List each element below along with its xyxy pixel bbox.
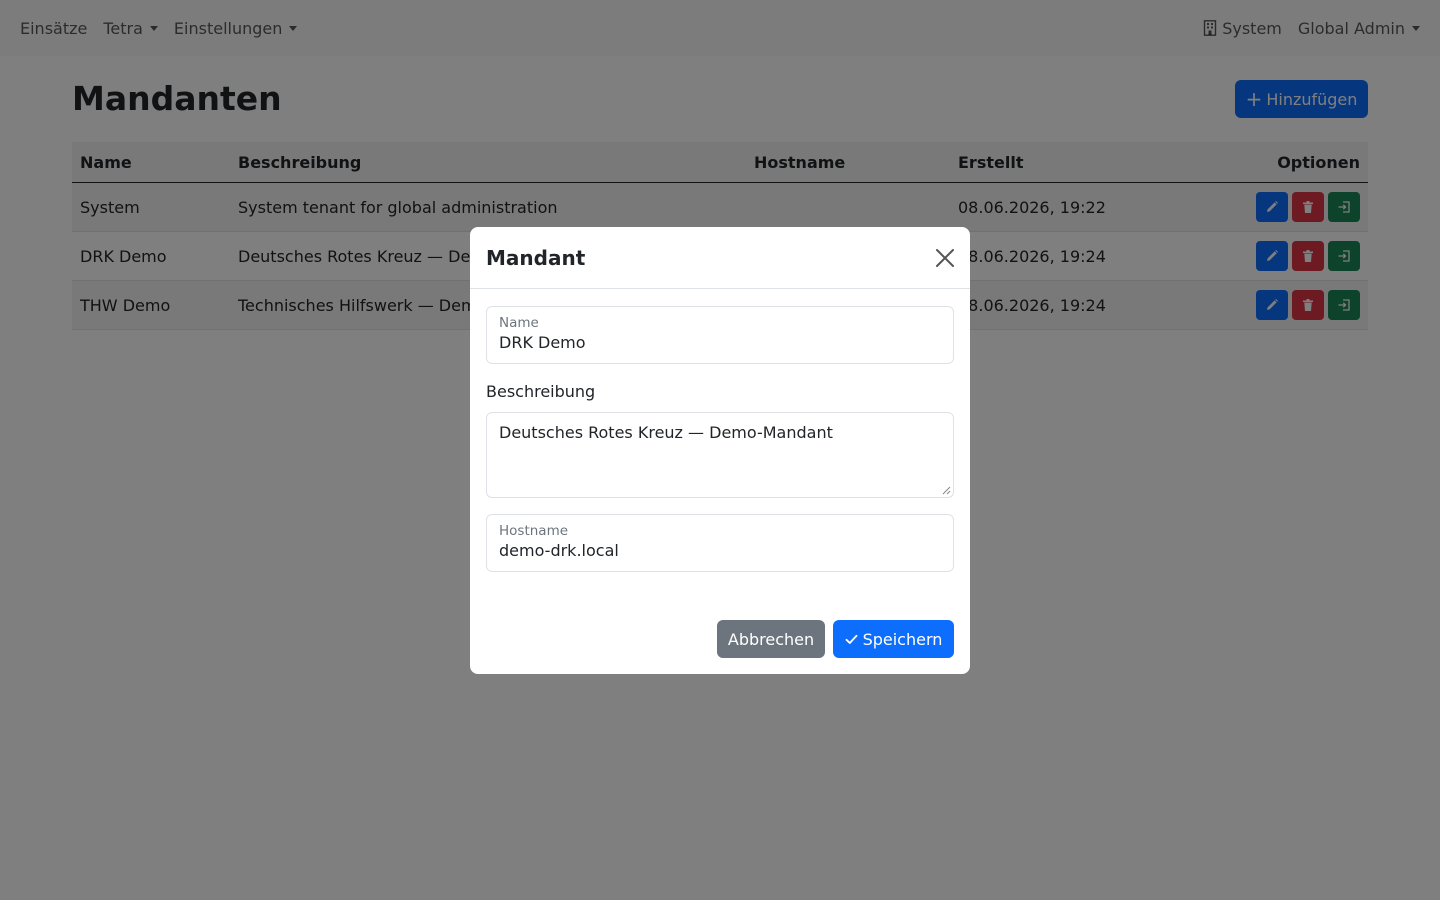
description-textarea[interactable]: Deutsches Rotes Kreuz — Demo-Mandant xyxy=(486,412,954,498)
description-value[interactable]: Deutsches Rotes Kreuz — Demo-Mandant xyxy=(499,423,833,442)
save-button[interactable]: Speichern xyxy=(833,620,954,658)
hostname-field-label: Hostname xyxy=(499,523,569,539)
hostname-field-value[interactable]: demo-drk.local xyxy=(499,541,619,560)
name-field-value[interactable]: DRK Demo xyxy=(499,333,586,352)
check-icon xyxy=(845,634,857,644)
cancel-button-label: Abbrechen xyxy=(727,629,815,649)
description-label: Beschreibung xyxy=(486,382,596,401)
hostname-field[interactable]: Hostname demo-drk.local xyxy=(486,514,954,572)
close-icon[interactable] xyxy=(934,247,956,269)
name-field[interactable]: Name DRK Demo xyxy=(486,306,954,364)
modal-header: Mandant xyxy=(470,227,970,289)
cancel-button[interactable]: Abbrechen xyxy=(717,620,825,658)
save-button-label: Speichern xyxy=(862,629,943,649)
modal-title: Mandant xyxy=(486,246,586,270)
resize-grip-icon[interactable] xyxy=(941,485,951,495)
name-field-label: Name xyxy=(499,315,539,331)
tenant-modal: Mandant Name DRK Demo Beschreibung Deuts… xyxy=(470,227,970,674)
